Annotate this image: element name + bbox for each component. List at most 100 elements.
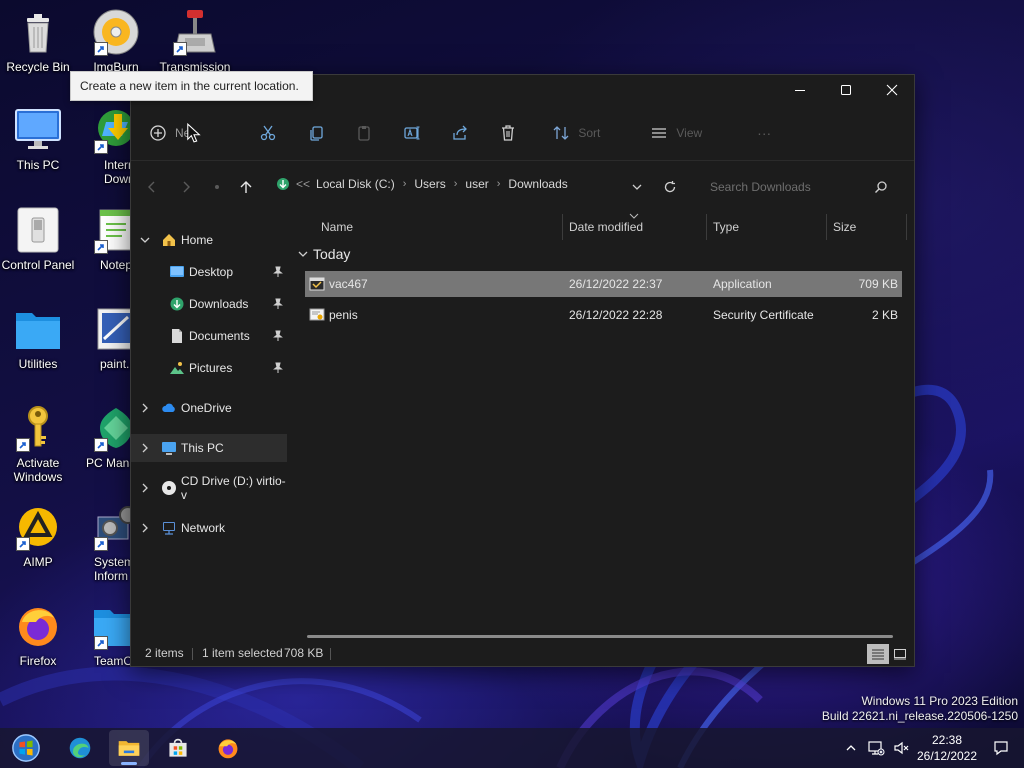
shortcut-arrow-icon [94,438,108,452]
desktop-icon-imgburn[interactable]: ImgBurn [74,8,158,74]
chevron-right-icon [142,403,148,413]
recent-locations-button[interactable] [201,172,233,202]
desktop-icon-label: Control Panel [1,258,75,272]
cut-button[interactable] [250,115,286,151]
column-header-size[interactable]: Size [833,214,903,240]
tiles-view-button[interactable] [889,644,911,664]
group-header-today[interactable]: Today [297,246,350,262]
shortcut-arrow-icon [16,438,30,452]
chevron-down-icon [298,251,308,257]
refresh-icon [664,181,676,193]
taskbar-firefox[interactable] [208,730,248,766]
share-button[interactable] [442,115,478,151]
back-button[interactable] [136,172,168,202]
sort-indicator-icon [629,213,639,219]
sidebar-item-documents[interactable]: Documents [131,322,287,350]
desktop-icon-firefox[interactable]: Firefox [0,602,80,668]
clock[interactable]: 22:38 26/12/2022 [912,732,982,764]
file-explorer-window[interactable]: Ne Sort View ··· << Local Disk (C:) › Us… [130,74,915,667]
breadcrumb-item[interactable]: user [465,177,488,191]
monitor-icon [162,442,176,455]
command-bar: Ne Sort View ··· [131,105,914,161]
maximize-button[interactable] [823,75,869,105]
sidebar-item-this-pc[interactable]: This PC [131,434,287,462]
search-icon [875,181,887,193]
desktop-icon-transmission[interactable]: Transmission [153,8,237,74]
sidebar-item-network[interactable]: Network [131,514,287,542]
sidebar-item-desktop[interactable]: Desktop [131,258,287,286]
taskbar-microsoft-store[interactable] [158,730,198,766]
sidebar-item-home[interactable]: Home [131,226,287,254]
desktop-icon-this-pc[interactable]: This PC [0,106,80,172]
breadcrumb-item[interactable]: Users [414,177,445,191]
breadcrumb[interactable]: << Local Disk (C:) › Users › user › Down… [276,177,568,191]
close-button[interactable] [869,75,915,105]
sort-button-label: Sort [578,125,601,140]
sidebar-item-onedrive[interactable]: OneDrive [131,394,287,422]
breadcrumb-item[interactable]: Local Disk (C:) [316,177,395,191]
column-divider[interactable] [906,214,907,240]
up-button[interactable] [230,172,262,202]
taskbar-file-explorer[interactable] [109,730,149,766]
breadcrumb-item[interactable]: Downloads [508,177,567,191]
column-label: Date modified [569,220,644,234]
desktop-icon-utilities[interactable]: Utilities [0,305,80,371]
pin-icon[interactable] [272,362,284,374]
status-divider [330,648,331,660]
column-header-name[interactable]: Name [321,214,561,240]
recycle-bin-icon [14,8,62,56]
notifications-button[interactable] [988,728,1014,768]
pin-icon[interactable] [272,298,284,310]
minimize-button[interactable] [777,75,823,105]
sidebar-item-downloads[interactable]: Downloads [131,290,287,318]
start-button[interactable] [6,730,46,766]
dot-icon [215,185,219,189]
speaker-muted-icon [894,741,909,755]
horizontal-scrollbar[interactable] [307,635,893,638]
chevron-down-icon [140,237,150,243]
desktop-icon-activate-windows[interactable]: Activate Windows [0,404,80,484]
column-divider[interactable] [562,214,563,240]
sidebar-item-label: Documents [189,329,250,343]
desktop-icon-recycle-bin[interactable]: Recycle Bin [0,8,80,74]
forward-button[interactable] [170,172,202,202]
desktop-icon-control-panel[interactable]: Control Panel [0,206,80,272]
sort-button[interactable]: Sort [552,115,600,151]
paste-button[interactable] [346,115,382,151]
volume-button[interactable] [890,728,912,768]
file-row[interactable]: vac467 26/12/2022 22:37 Application 709 … [305,271,902,297]
file-date: 26/12/2022 22:37 [569,277,663,291]
key-icon [14,404,62,452]
address-dropdown-button[interactable] [621,172,653,202]
chevron-right-icon [142,523,148,533]
store-icon [169,738,187,757]
show-hidden-icons-button[interactable] [840,728,862,768]
delete-button[interactable] [490,115,526,151]
chevron-up-icon [846,745,856,751]
chevron-right-icon [142,443,148,453]
refresh-button[interactable] [654,172,686,202]
chevron-down-icon [632,184,642,190]
copy-button[interactable] [298,115,334,151]
sidebar-item-pictures[interactable]: Pictures [131,354,287,382]
details-view-button[interactable] [867,644,889,664]
column-divider[interactable] [706,214,707,240]
pin-icon[interactable] [272,266,284,278]
sidebar-item-cd-drive[interactable]: CD Drive (D:) virtio-v [131,474,287,502]
column-header-date[interactable]: Date modified [569,213,705,240]
network-status-button[interactable] [864,728,888,768]
copy-icon [310,125,323,141]
search-box[interactable]: Search Downloads [704,171,896,203]
more-options-button[interactable]: ··· [746,115,782,151]
view-button[interactable]: View [650,115,702,151]
desktop-icon-label: Firefox [19,654,57,668]
column-header-type[interactable]: Type [713,214,825,240]
desktop-icon-aimp[interactable]: AIMP [0,503,80,569]
pin-icon[interactable] [272,330,284,342]
column-divider[interactable] [826,214,827,240]
file-row[interactable]: penis 26/12/2022 22:28 Security Certific… [305,302,902,328]
breadcrumb-overflow[interactable]: << [296,177,310,191]
edge-icon [69,737,91,759]
taskbar-edge[interactable] [60,730,100,766]
rename-button[interactable] [394,115,430,151]
